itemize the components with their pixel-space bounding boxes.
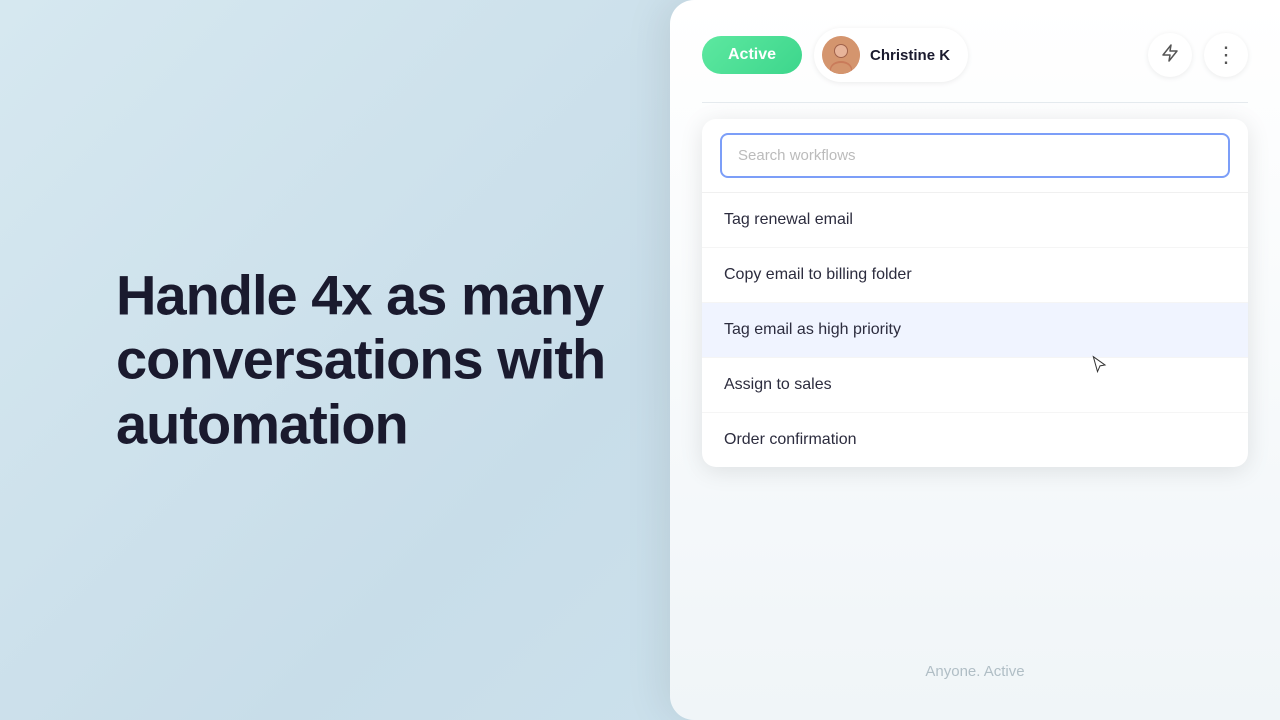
lightning-button[interactable]	[1148, 33, 1192, 77]
hero-heading: Handle 4x as many conversations with aut…	[116, 263, 636, 456]
workflow-item-order-confirmation[interactable]: Order confirmation	[702, 413, 1248, 467]
active-badge[interactable]: Active	[702, 36, 802, 74]
workflow-item-tag-renewal[interactable]: Tag renewal email	[702, 193, 1248, 248]
search-box	[702, 119, 1248, 193]
workflow-item-high-priority[interactable]: Tag email as high priority	[702, 303, 1248, 358]
user-pill[interactable]: Christine K	[814, 28, 968, 82]
user-name: Christine K	[870, 47, 950, 64]
top-bar: Active Christine K ⋮	[670, 0, 1280, 102]
hero-section: Handle 4x as many conversations with aut…	[116, 263, 636, 456]
lightning-icon	[1160, 43, 1180, 68]
workflow-item-assign-sales[interactable]: Assign to sales	[702, 358, 1248, 413]
more-button[interactable]: ⋮	[1204, 33, 1248, 77]
divider	[702, 102, 1248, 103]
more-icon: ⋮	[1215, 44, 1237, 66]
workflow-item-copy-billing[interactable]: Copy email to billing folder	[702, 248, 1248, 303]
right-panel: Active Christine K ⋮	[670, 0, 1280, 720]
workflow-dropdown: Tag renewal email Copy email to billing …	[702, 119, 1248, 467]
avatar	[822, 36, 860, 74]
search-input[interactable]	[720, 133, 1230, 178]
bottom-status-label: Anyone. Active	[925, 663, 1024, 680]
